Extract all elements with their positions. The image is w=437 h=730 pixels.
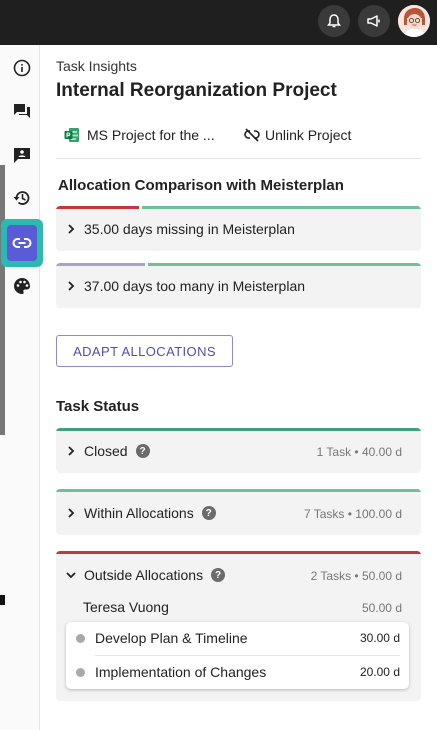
task-value: 20.00 d	[359, 665, 400, 679]
status-outside-header[interactable]: Outside Allocations ?	[66, 567, 226, 583]
planned-bar	[142, 206, 421, 209]
contact-button[interactable]	[7, 140, 37, 170]
info-icon	[13, 59, 31, 77]
allocation-extra-card[interactable]: 37.00 days too many in Meisterplan	[56, 263, 421, 308]
missing-bar	[56, 206, 139, 209]
chevron-right-icon	[68, 224, 75, 234]
task-list: Develop Plan & Timeline 30.00 d Implemen…	[66, 622, 409, 689]
task-name: Implementation of Changes	[95, 664, 267, 680]
allocation-title: Allocation Comparison with Meisterplan	[58, 177, 344, 194]
person-name: Teresa Vuong	[83, 599, 169, 615]
panel-subtitle: Task Insights	[56, 58, 137, 74]
status-within-meta: 7 Tasks • 100.00 d	[303, 507, 402, 521]
project-title: Internal Reorganization Project	[56, 80, 337, 101]
chevron-right-icon	[68, 446, 75, 456]
top-bar	[0, 0, 437, 45]
status-closed-card[interactable]: Closed ? 1 Task • 40.00 d	[56, 428, 421, 473]
adapt-allocations-button[interactable]: ADAPT ALLOCATIONS	[56, 335, 233, 367]
task-name: Develop Plan & Timeline	[95, 630, 248, 646]
ms-project-label: MS Project for the ...	[87, 127, 215, 143]
allocation-missing-card[interactable]: 35.00 days missing in Meisterplan	[56, 206, 421, 251]
chat-button[interactable]	[7, 96, 37, 126]
info-button[interactable]	[7, 53, 37, 83]
side-rail	[0, 45, 43, 730]
announcements-button[interactable]	[358, 5, 390, 37]
status-outside-card: Outside Allocations ? 2 Tasks • 50.00 d …	[56, 551, 421, 701]
notifications-button[interactable]	[318, 5, 350, 37]
scroll-edge	[0, 165, 5, 435]
palette-icon	[14, 278, 30, 294]
link-button[interactable]	[7, 225, 37, 261]
task-value: 30.00 d	[359, 631, 400, 645]
status-within-card[interactable]: Within Allocations ? 7 Tasks • 100.00 d	[56, 489, 421, 535]
ms-project-icon	[64, 128, 79, 142]
link-tab-highlight	[1, 219, 43, 267]
link-icon	[12, 238, 32, 248]
edge-marker	[0, 595, 5, 605]
bell-icon	[327, 13, 341, 27]
extra-bar	[56, 263, 145, 266]
project-link-row: MS Project for the ... Unlink Project	[56, 119, 421, 159]
task-status-title: Task Status	[56, 398, 140, 415]
status-closed-label: Closed	[84, 443, 128, 459]
user-avatar[interactable]	[398, 5, 430, 37]
unlink-project-button[interactable]: Unlink Project	[244, 127, 351, 143]
unlink-icon	[244, 128, 260, 142]
megaphone-icon	[367, 15, 380, 27]
list-item[interactable]: Develop Plan & Timeline 30.00 d	[66, 622, 409, 656]
planned-bar	[148, 263, 421, 266]
status-bar	[56, 551, 421, 554]
help-icon[interactable]: ?	[135, 444, 150, 458]
status-within-label: Within Allocations	[84, 505, 194, 521]
allocation-extra-label: 37.00 days too many in Meisterplan	[84, 278, 306, 294]
help-icon[interactable]: ?	[211, 568, 226, 582]
person-total: 50.00 d	[361, 601, 402, 615]
history-icon	[13, 191, 30, 205]
task-status-dot	[76, 634, 85, 643]
task-status-dot	[76, 668, 85, 677]
chat-icon	[14, 104, 30, 118]
chevron-right-icon	[68, 508, 75, 518]
status-outside-label: Outside Allocations	[84, 567, 204, 583]
history-button[interactable]	[7, 183, 37, 213]
chevron-down-icon	[66, 572, 76, 579]
status-bar	[56, 489, 421, 492]
unlink-label: Unlink Project	[265, 127, 352, 143]
status-outside-meta: 2 Tasks • 50.00 d	[310, 569, 402, 583]
list-item[interactable]: Implementation of Changes 20.00 d	[66, 656, 409, 689]
allocation-missing-label: 35.00 days missing in Meisterplan	[84, 221, 295, 237]
status-bar	[56, 428, 421, 431]
status-closed-meta: 1 Task • 40.00 d	[316, 445, 402, 459]
contact-card-icon	[14, 148, 30, 163]
ms-project-link[interactable]: MS Project for the ...	[64, 127, 215, 143]
help-icon[interactable]: ?	[201, 506, 216, 520]
palette-button[interactable]	[7, 271, 37, 301]
chevron-right-icon	[68, 281, 75, 291]
task-insights-panel: Task Insights Internal Reorganization Pr…	[40, 45, 437, 730]
